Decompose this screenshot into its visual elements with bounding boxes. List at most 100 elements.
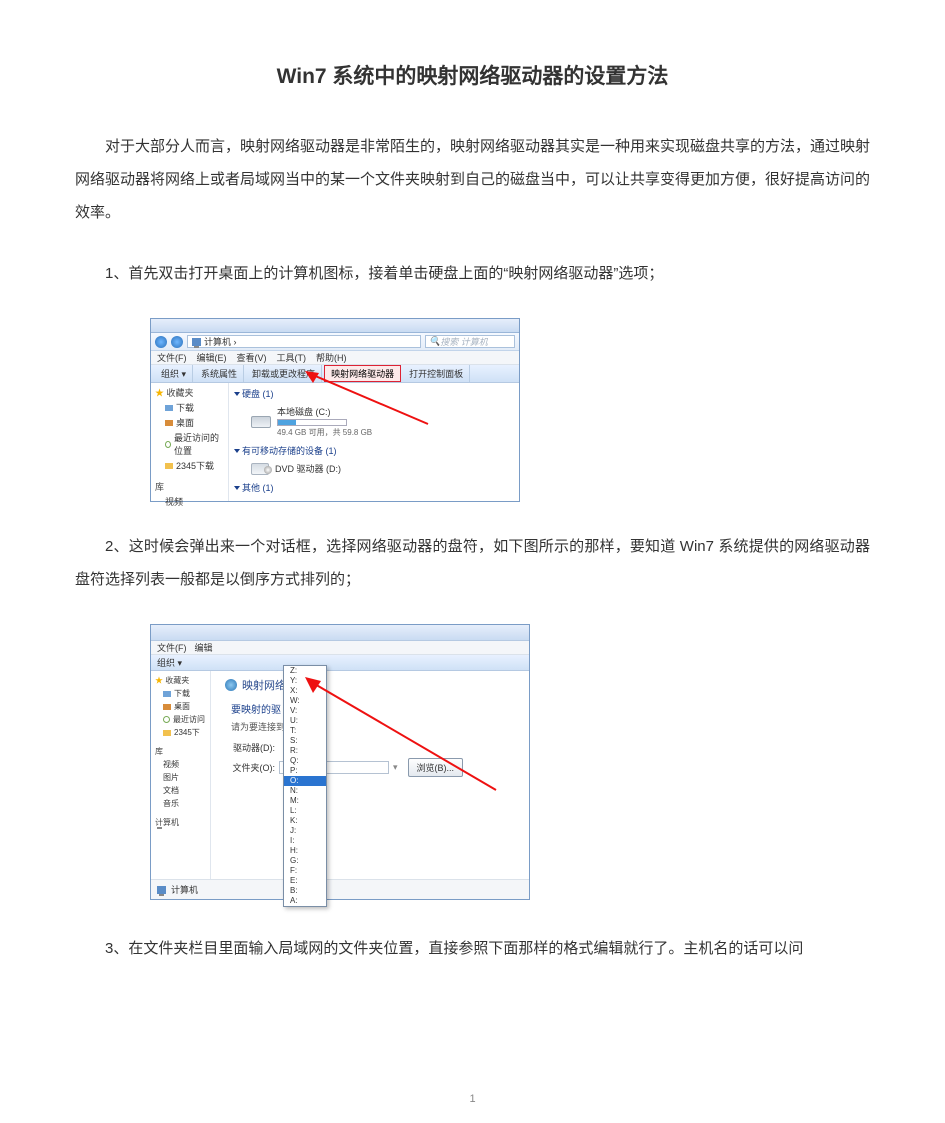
sidebar-item-video[interactable]: 视频 [155,759,206,770]
group-hdd: 硬盘 (1) [235,387,513,400]
status-bar: 计算机 [151,879,529,899]
drive-label: 驱动器(D): [231,741,275,754]
sidebar-item-recent[interactable]: 最近访问的位置 [155,431,224,457]
drive-option[interactable]: O: [284,776,326,786]
sidebar: ★ 收藏夹 下载 桌面 最近访问 2345下 库 视频 图片 文档 音乐 计算机 [151,671,211,879]
computer-header[interactable]: 计算机 [155,817,206,828]
sidebar-item-desktop[interactable]: 桌面 [155,701,206,712]
toolbar: 组织 ▾ [151,655,529,671]
page-number: 1 [0,1093,945,1105]
libraries-header: 库 [155,480,224,493]
folder-row: 文件夹(O): ▾ 浏览(B)... [231,758,521,777]
address-bar[interactable]: 计算机 › [187,335,421,348]
sidebar-item-video[interactable]: 视频 [155,495,224,508]
drive-dvd[interactable]: DVD 驱动器 (D:) [235,460,513,481]
drive-local-c[interactable]: 本地磁盘 (C:) 49.4 GB 可用，共 59.8 GB [235,403,513,444]
drive-row: 驱动器(D): [231,741,521,754]
search-placeholder: 搜索 计算机 [440,335,488,348]
toolbar-system-properties[interactable]: 系统属性 [195,365,244,382]
drive-option[interactable]: X: [284,686,326,696]
drive-option[interactable]: Q: [284,756,326,766]
drive-option[interactable]: Z: [284,666,326,676]
toolbar-uninstall[interactable]: 卸载或更改程序 [246,365,322,382]
drive-option[interactable]: J: [284,826,326,836]
drive-option[interactable]: E: [284,876,326,886]
toolbar-map-network-drive[interactable]: 映射网络驱动器 [324,365,401,382]
menu-help[interactable]: 帮助(H) [316,351,347,364]
drive-option[interactable]: U: [284,716,326,726]
drive-option[interactable]: A: [284,896,326,906]
computer-icon [157,886,166,894]
search-box[interactable]: 🔍 搜索 计算机 [425,335,515,348]
drive-option[interactable]: I: [284,836,326,846]
panel-title: 映射网络 [242,677,286,693]
toolbar-control-panel[interactable]: 打开控制面板 [403,365,470,382]
sidebar-item-downloads[interactable]: 下载 [155,401,224,414]
tri-icon [234,486,240,490]
group-removable: 有可移动存储的设备 (1) [235,444,513,457]
screenshot-drive-dropdown: 文件(F) 编辑 组织 ▾ ★ 收藏夹 下载 桌面 最近访问 2345下 库 视… [150,624,530,900]
sidebar-item-pictures[interactable]: 图片 [155,772,206,783]
drive-option[interactable]: F: [284,866,326,876]
drive-option[interactable]: B: [284,886,326,896]
browse-button[interactable]: 浏览(B)... [408,758,464,777]
dvd-icon [251,463,269,475]
drive-option[interactable]: Y: [284,676,326,686]
step-1: 1、首先双击打开桌面上的计算机图标，接着单击硬盘上面的“映射网络驱动器”选项； [75,257,870,290]
dvd-label: DVD 驱动器 (D:) [275,462,341,475]
panel-question: 要映射的驱 [231,701,521,716]
drive-letter-dropdown[interactable]: Z:Y:X:W:V:U:T:S:R:Q:P:O:N:M:L:K:J:I:H:G:… [283,665,327,907]
desktop-icon [163,704,171,710]
intro-paragraph: 对于大部分人而言，映射网络驱动器是非常陌生的，映射网络驱动器其实是一种用来实现磁… [75,130,870,229]
sidebar-item-2345[interactable]: 2345下 [155,727,206,738]
download-icon [165,405,173,411]
drive-option[interactable]: M: [284,796,326,806]
menu-edit[interactable]: 编辑 [195,641,213,654]
sidebar-item-desktop[interactable]: 桌面 [155,416,224,429]
map-drive-panel: 映射网络 要映射的驱 请为要连接到 驱动器(D): 文件夹(O): ▾ 浏览(B… [211,671,529,879]
drive-option[interactable]: L: [284,806,326,816]
step-3: 3、在文件夹栏目里面输入局域网的文件夹位置，直接参照下面那样的格式编辑就行了。主… [75,932,870,965]
menu-edit[interactable]: 编辑(E) [197,351,227,364]
drive-option[interactable]: S: [284,736,326,746]
drive-option[interactable]: V: [284,706,326,716]
drive-option[interactable]: N: [284,786,326,796]
toolbar-organize[interactable]: 组织 ▾ [155,365,193,382]
forward-button-icon[interactable] [171,336,183,348]
sidebar-item-recent[interactable]: 最近访问 [155,714,206,725]
sidebar: ★ 收藏夹 下载 桌面 最近访问的位置 2345下载 库 视频 [151,383,229,501]
sidebar-item-music[interactable]: 音乐 [155,798,206,809]
menu-bar: 文件(F) 编辑(E) 查看(V) 工具(T) 帮助(H) [151,351,519,365]
drive-option[interactable]: R: [284,746,326,756]
drive-option[interactable]: P: [284,766,326,776]
back-button-icon[interactable] [155,336,167,348]
capacity-bar [277,419,347,426]
menu-file[interactable]: 文件(F) [157,641,187,654]
drive-option[interactable]: H: [284,846,326,856]
folder-icon [165,463,173,469]
folder-icon [163,730,171,736]
menu-file[interactable]: 文件(F) [157,351,187,364]
folder-label: 文件夹(O): [231,761,275,774]
panel-title-row: 映射网络 [225,677,521,693]
drive-option[interactable]: K: [284,816,326,826]
favorites-header: ★ 收藏夹 [155,386,224,399]
menu-tools[interactable]: 工具(T) [277,351,307,364]
star-icon: ★ [155,388,164,398]
drive-option[interactable]: G: [284,856,326,866]
main-pane: 硬盘 (1) 本地磁盘 (C:) 49.4 GB 可用，共 59.8 GB 有可… [229,383,519,501]
sidebar-item-documents[interactable]: 文档 [155,785,206,796]
group-other: 其他 (1) [235,481,513,494]
favorites-header: ★ 收藏夹 [155,675,206,686]
drive-option[interactable]: T: [284,726,326,736]
network-globe-icon [225,679,237,691]
drive-option[interactable]: W: [284,696,326,706]
menu-view[interactable]: 查看(V) [237,351,267,364]
star-icon: ★ [155,676,163,685]
sidebar-item-2345[interactable]: 2345下载 [155,459,224,472]
menu-bar: 文件(F) 编辑 [151,641,529,655]
toolbar-organize[interactable]: 组织 ▾ [157,656,182,669]
status-computer: 计算机 [171,883,198,896]
hdd-icon [251,416,271,428]
sidebar-item-downloads[interactable]: 下载 [155,688,206,699]
